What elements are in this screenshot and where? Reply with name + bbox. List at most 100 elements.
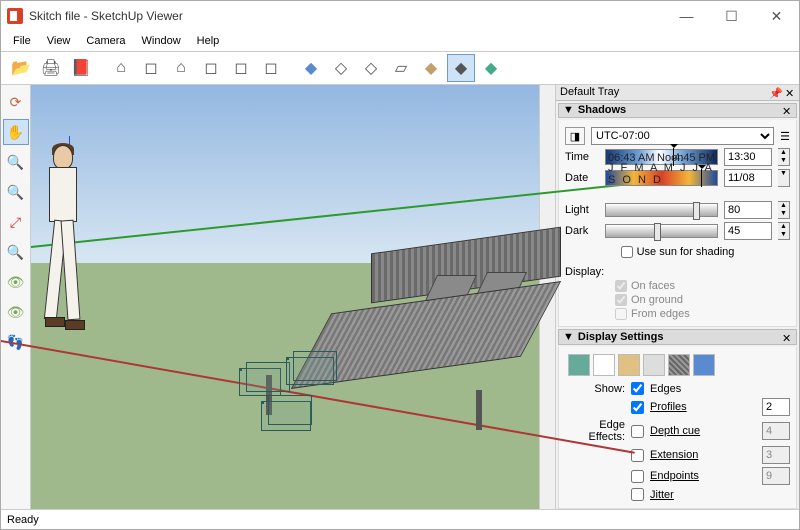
on-faces-checkbox <box>615 280 627 292</box>
endpoints-checkbox[interactable] <box>631 470 644 483</box>
light-slider[interactable] <box>605 203 718 217</box>
shadow-details-icon[interactable]: ☰ <box>780 130 790 143</box>
profiles-label: Profiles <box>650 401 687 413</box>
style-4-icon[interactable] <box>643 354 665 376</box>
depth-checkbox[interactable] <box>631 425 644 438</box>
tray-title: Default Tray <box>560 86 769 98</box>
edges-checkbox[interactable] <box>631 382 644 395</box>
menu-camera[interactable]: Camera <box>78 33 133 49</box>
shaded-icon[interactable]: ▱ <box>387 54 415 82</box>
extension-label: Extension <box>650 449 698 461</box>
extension-input: 3 <box>762 446 790 464</box>
app-icon <box>7 8 23 24</box>
date-dropdown[interactable]: ▼ <box>778 169 790 187</box>
profiles-input[interactable]: 2 <box>762 398 790 416</box>
light-input[interactable]: 80 <box>724 201 772 219</box>
menu-window[interactable]: Window <box>134 33 189 49</box>
on-ground-checkbox <box>615 294 627 306</box>
style-6-icon[interactable] <box>693 354 715 376</box>
model-cube-3 <box>261 401 311 431</box>
tray-header[interactable]: Default Tray 📌 ✕ <box>556 85 799 101</box>
iso-view-icon[interactable]: ⌂ <box>107 54 135 82</box>
light-spinner[interactable]: ▲▼ <box>778 201 790 219</box>
pin-icon[interactable]: 📌 <box>769 87 779 97</box>
close-button[interactable]: ✕ <box>754 1 799 31</box>
orbit-icon[interactable]: ⟳ <box>3 89 29 115</box>
edges-label: Edges <box>650 383 681 395</box>
window-title: Skitch file - SketchUp Viewer <box>29 9 664 23</box>
style-3-icon[interactable] <box>618 354 640 376</box>
menu-file[interactable]: File <box>5 33 39 49</box>
figure-person <box>31 145 91 355</box>
mono-icon[interactable]: ◆ <box>447 54 475 82</box>
style-buttons <box>565 351 790 379</box>
jitter-checkbox[interactable] <box>631 488 644 501</box>
statusbar: Ready <box>1 509 799 529</box>
front-view-icon[interactable]: ⌂ <box>167 54 195 82</box>
panel-close-icon[interactable]: ✕ <box>782 332 792 342</box>
shadows-panel: ◨ UTC-07:00 ☰ Time 06:43 AM Noon 4:45 PM… <box>558 120 797 327</box>
sun-shading-checkbox[interactable] <box>621 246 633 258</box>
style-1-icon[interactable] <box>568 354 590 376</box>
style-2-icon[interactable] <box>593 354 615 376</box>
menu-view[interactable]: View <box>39 33 79 49</box>
time-spinner[interactable]: ▲▼ <box>778 148 790 166</box>
collapse-icon: ▼ <box>563 331 574 343</box>
display-label: Display: <box>565 266 790 278</box>
tray-close-icon[interactable]: ✕ <box>785 87 795 97</box>
endpoints-label: Endpoints <box>650 470 699 482</box>
depth-input: 4 <box>762 422 790 440</box>
display-settings-panel: Show: Edges Profiles 2 Edge Effects: Dep… <box>558 347 797 509</box>
zoom-window-icon[interactable]: 🔍 <box>3 179 29 205</box>
display-settings-title: Display Settings <box>578 331 782 343</box>
edge-effects-label: Edge Effects: <box>565 419 625 443</box>
date-slider[interactable]: J F M A M J J A S O N D <box>605 170 718 186</box>
display-settings-header[interactable]: ▼ Display Settings ✕ <box>558 329 797 345</box>
style-5-icon[interactable] <box>668 354 690 376</box>
xray-icon[interactable]: ◆ <box>297 54 325 82</box>
wireframe-icon[interactable]: ◇ <box>327 54 355 82</box>
tool-palette: ⟳ ✋ 🔍 🔍 ⤢ 🔍 👁 👁 👣 <box>1 85 31 509</box>
shadows-panel-header[interactable]: ▼ Shadows ✕ <box>558 103 797 119</box>
color-icon[interactable]: ◆ <box>477 54 505 82</box>
dark-spinner[interactable]: ▲▼ <box>778 222 790 240</box>
right-view-icon[interactable]: ◻ <box>197 54 225 82</box>
look-around-icon[interactable]: 👁 <box>3 269 29 295</box>
sun-shading-label: Use sun for shading <box>637 246 735 258</box>
date-input[interactable]: 11/08 <box>724 169 772 187</box>
date-label: Date <box>565 172 599 184</box>
zoom-icon[interactable]: 🔍 <box>3 149 29 175</box>
on-ground-label: On ground <box>631 294 683 306</box>
dark-label: Dark <box>565 225 599 237</box>
time-label: Time <box>565 151 599 163</box>
left-view-icon[interactable]: ◻ <box>257 54 285 82</box>
profiles-checkbox[interactable] <box>631 401 644 414</box>
months-label: J F M A M J J A S O N D <box>608 162 717 186</box>
model-cube-1 <box>239 368 281 396</box>
shadow-toggle-icon[interactable]: ◨ <box>565 127 585 145</box>
maximize-button[interactable]: ☐ <box>709 1 754 31</box>
open-icon[interactable]: 📂 <box>7 54 35 82</box>
zoom-extents-icon[interactable]: ⤢ <box>3 209 29 235</box>
shaded-tex-icon[interactable]: ◆ <box>417 54 445 82</box>
model-info-icon[interactable]: 📕 <box>67 54 95 82</box>
menu-help[interactable]: Help <box>189 33 228 49</box>
viewport[interactable] <box>31 85 539 509</box>
back-view-icon[interactable]: ◻ <box>227 54 255 82</box>
panel-close-icon[interactable]: ✕ <box>782 105 792 115</box>
time-input[interactable]: 13:30 <box>724 148 772 166</box>
top-view-icon[interactable]: ◻ <box>137 54 165 82</box>
walk-icon[interactable]: 👁 <box>3 299 29 325</box>
status-text: Ready <box>7 514 39 526</box>
pan-icon[interactable]: ✋ <box>3 119 29 145</box>
previous-icon[interactable]: 🔍 <box>3 239 29 265</box>
print-icon[interactable]: 🖨 <box>37 54 65 82</box>
menubar: File View Camera Window Help <box>1 31 799 51</box>
model-bed <box>321 270 551 420</box>
hiddenline-icon[interactable]: ◇ <box>357 54 385 82</box>
minimize-button[interactable]: — <box>664 1 709 31</box>
timezone-select[interactable]: UTC-07:00 <box>591 127 774 145</box>
dark-input[interactable]: 45 <box>724 222 772 240</box>
dark-slider[interactable] <box>605 224 718 238</box>
from-edges-label: From edges <box>631 308 690 320</box>
